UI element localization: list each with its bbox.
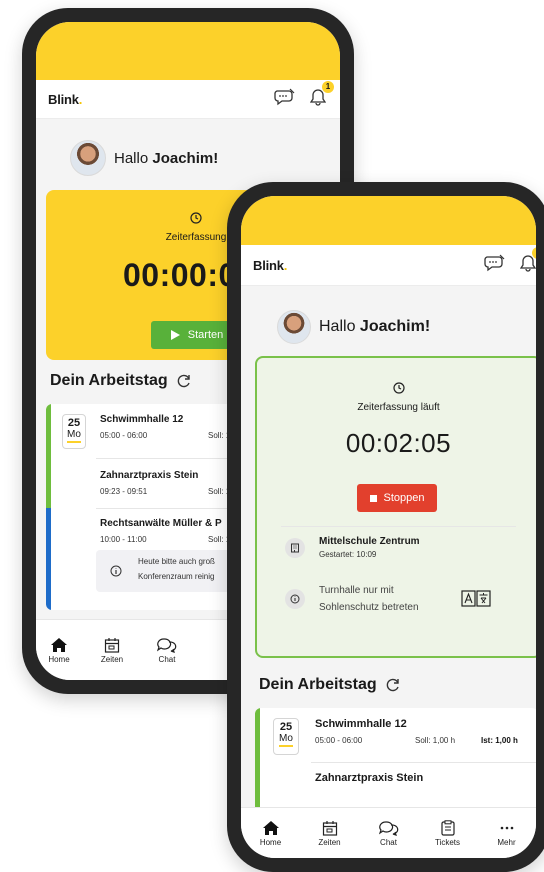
stop-button[interactable]: Stoppen xyxy=(357,484,437,512)
entry-title[interactable]: Schwimmhalle 12 xyxy=(315,718,407,730)
entry-title[interactable]: Zahnarztpraxis Stein xyxy=(100,470,198,481)
info-row: Turnhalle nur mit Sohlenschutz betreten xyxy=(285,582,419,616)
entry-title[interactable]: Zahnarztpraxis Stein xyxy=(315,772,423,784)
bell-icon[interactable]: 1 xyxy=(309,80,334,111)
date-badge: 25 Mo xyxy=(62,414,86,449)
avatar[interactable] xyxy=(277,310,311,344)
location-row[interactable]: Mittelschule Zentrum Gestartet: 10:09 xyxy=(285,536,420,559)
shift-list: 25 Mo Schwimmhalle 12 05:00 - 06:00 Soll:… xyxy=(255,708,536,818)
greeting: Hallo Joachim! xyxy=(277,310,430,344)
entry-title[interactable]: Schwimmhalle 12 xyxy=(100,414,183,425)
status-bar xyxy=(36,22,340,80)
divider xyxy=(281,526,516,527)
calendar-icon xyxy=(104,637,120,653)
clock-icon xyxy=(190,212,202,224)
entry-time: 09:23 - 09:51 xyxy=(100,487,148,496)
entry-time: 10:00 - 11:00 xyxy=(100,535,147,544)
location-started: Gestartet: 10:09 xyxy=(319,550,377,559)
date-badge: 25 Mo xyxy=(273,718,299,755)
tab-home[interactable]: Home xyxy=(36,620,82,680)
shift-bar-blue xyxy=(46,508,51,610)
clock-icon xyxy=(392,382,405,394)
tab-zeiten[interactable]: Zeiten xyxy=(300,808,359,858)
tab-zeiten[interactable]: Zeiten xyxy=(82,620,142,680)
info-text: Sohlenschutz betreten xyxy=(319,602,419,613)
bell-icon[interactable]: 1 xyxy=(519,246,536,277)
time-tracking-card: Zeiterfassung läuft 00:02:05 Stoppen Mit… xyxy=(255,356,536,658)
info-text: Turnhalle nur mit xyxy=(319,585,394,596)
tab-chat[interactable]: Chat xyxy=(142,620,192,680)
notice-text: Heute bitte auch groß xyxy=(138,557,215,566)
timer-display: 00:02:05 xyxy=(345,428,452,458)
building-icon xyxy=(285,537,305,558)
location-title: Mittelschule Zentrum xyxy=(319,536,420,547)
time-tracking-label: Zeiterfassung läuft xyxy=(357,402,440,413)
refresh-icon[interactable] xyxy=(385,677,401,693)
clipboard-icon xyxy=(440,819,455,836)
section-title: Dein Arbeitstag xyxy=(259,676,401,694)
front-screen: Blink. 1 Hallo Joachim! Zeiterfassung lä… xyxy=(241,196,536,858)
refresh-icon[interactable] xyxy=(176,373,192,389)
shift-bar-green xyxy=(255,708,260,818)
divider xyxy=(311,762,536,763)
app-bar: Blink. 1 xyxy=(36,80,340,119)
home-icon xyxy=(262,820,279,835)
entry-time: 05:00 - 06:00 xyxy=(100,431,148,440)
entry-title[interactable]: Rechtsanwälte Müller & P xyxy=(100,518,222,529)
chat-icon xyxy=(378,820,398,836)
notice-text: Konferenzraum reinig xyxy=(138,572,215,581)
tab-tickets[interactable]: Tickets xyxy=(418,808,477,858)
greeting: Hallo Joachim! xyxy=(70,140,218,176)
app-bar: Blink. 1 xyxy=(241,245,536,286)
info-icon xyxy=(110,565,122,577)
chat-bubbles-icon[interactable] xyxy=(484,254,506,277)
entry-soll: Soll: 1,00 h xyxy=(415,736,456,745)
chat-bubbles-icon[interactable] xyxy=(274,88,296,111)
play-icon xyxy=(170,330,180,340)
shift-bar-green xyxy=(46,404,51,508)
stop-icon xyxy=(369,494,377,502)
tab-mehr[interactable]: Mehr xyxy=(477,808,536,858)
notification-badge: 1 xyxy=(532,246,536,259)
translate-icon[interactable] xyxy=(461,590,491,608)
entry-ist: Ist: 1,00 h xyxy=(481,736,518,745)
chat-icon xyxy=(157,637,177,653)
app-logo: Blink. xyxy=(253,257,288,273)
info-icon xyxy=(285,589,305,609)
tab-home[interactable]: Home xyxy=(241,808,300,858)
front-phone: Blink. 1 Hallo Joachim! Zeiterfassung lä… xyxy=(227,182,544,872)
tab-bar: Home Zeiten Chat Tickets Mehr xyxy=(241,807,536,858)
calendar-icon xyxy=(322,820,337,836)
more-icon xyxy=(500,826,513,829)
status-bar xyxy=(241,196,536,245)
avatar[interactable] xyxy=(70,140,106,176)
entry-time: 05:00 - 06:00 xyxy=(315,736,363,745)
home-icon xyxy=(51,637,67,652)
tab-chat[interactable]: Chat xyxy=(359,808,418,858)
notification-badge: 1 xyxy=(322,80,334,93)
section-title: Dein Arbeitstag xyxy=(50,372,192,390)
app-logo: Blink. xyxy=(48,91,83,107)
